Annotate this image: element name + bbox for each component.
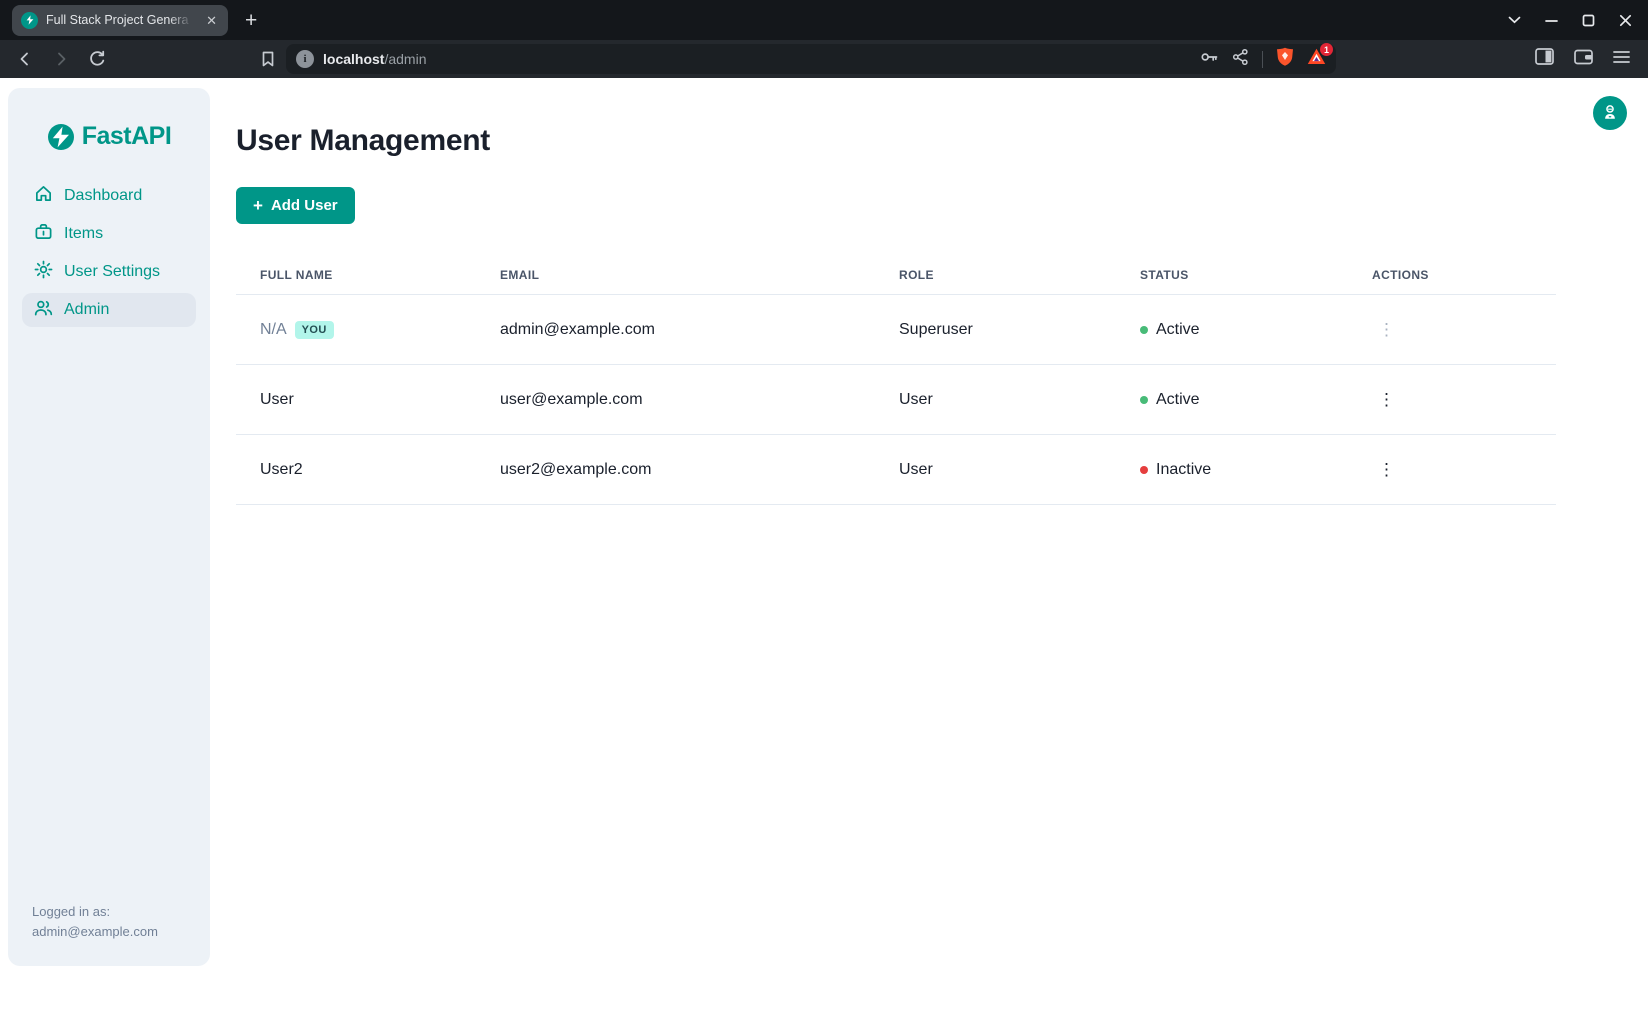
cell-status: Active — [1116, 295, 1348, 365]
main-panel: User Management + Add User FULL NAME EMA… — [210, 78, 1648, 1025]
fastapi-bolt-icon — [21, 12, 38, 29]
row-actions-menu-button: ⋮ — [1372, 319, 1401, 340]
row-actions-menu-button[interactable]: ⋮ — [1372, 389, 1401, 410]
status-label: Active — [1156, 391, 1200, 409]
cell-status: Inactive — [1116, 435, 1348, 505]
cell-full-name: User2 — [236, 435, 476, 505]
wallet-icon[interactable] — [1574, 49, 1593, 70]
url-text: localhost/admin — [323, 51, 427, 67]
forward-icon[interactable] — [48, 46, 74, 72]
reload-icon[interactable] — [84, 46, 110, 72]
col-header-actions: ACTIONS — [1348, 254, 1556, 295]
sidebar-item-label: Admin — [64, 301, 109, 319]
tab-close-icon[interactable]: ✕ — [204, 12, 219, 29]
close-icon[interactable] — [1619, 14, 1632, 27]
cell-role: User — [875, 365, 1116, 435]
cell-actions: ⋮ — [1348, 365, 1556, 435]
logged-in-email: admin@example.com — [32, 922, 158, 942]
menu-icon[interactable] — [1613, 50, 1630, 69]
add-user-label: Add User — [271, 197, 338, 214]
bookmark-icon[interactable] — [260, 50, 276, 68]
logged-in-label: Logged in as: — [32, 902, 158, 922]
col-header-status: STATUS — [1116, 254, 1348, 295]
browser-tab[interactable]: Full Stack Project Genera ✕ — [12, 5, 228, 36]
brave-rewards-icon[interactable]: 1 — [1307, 48, 1326, 70]
gear-icon — [34, 260, 53, 284]
fastapi-bolt-icon — [47, 123, 75, 151]
tab-search-chevron-icon[interactable] — [1508, 16, 1521, 24]
share-icon[interactable] — [1232, 48, 1249, 71]
home-icon — [34, 184, 53, 208]
cell-status: Active — [1116, 365, 1348, 435]
cell-email: user@example.com — [476, 365, 875, 435]
table-row: User2 user2@example.com User Inactive ⋮ — [236, 435, 1556, 505]
cell-role: Superuser — [875, 295, 1116, 365]
status-label: Inactive — [1156, 461, 1211, 479]
you-badge: YOU — [295, 321, 334, 339]
status-dot — [1140, 326, 1148, 334]
add-user-button[interactable]: + Add User — [236, 187, 355, 224]
sidebar-item-label: Items — [64, 225, 103, 243]
url-bar[interactable]: i localhost/admin — [286, 44, 1336, 74]
full-name-value: N/A — [260, 321, 287, 338]
users-icon — [34, 298, 53, 322]
table-header-row: FULL NAME EMAIL ROLE STATUS ACTIONS — [236, 254, 1556, 295]
sidebar: FastAPI Dashboard Items — [8, 88, 210, 966]
maximize-icon[interactable] — [1582, 14, 1595, 27]
toolbar-divider — [1262, 51, 1263, 68]
minimize-icon[interactable] — [1545, 14, 1558, 27]
cell-actions: ⋮ — [1348, 435, 1556, 505]
col-header-email: EMAIL — [476, 254, 875, 295]
user-menu-button[interactable] — [1593, 96, 1627, 130]
sidebar-item-items[interactable]: Items — [22, 217, 196, 251]
key-icon[interactable] — [1200, 48, 1219, 71]
table-row: User user@example.com User Active ⋮ — [236, 365, 1556, 435]
browser-toolbar: i localhost/admin — [0, 40, 1648, 78]
users-table: FULL NAME EMAIL ROLE STATUS ACTIONS N/A Y… — [236, 254, 1556, 505]
col-header-full-name: FULL NAME — [236, 254, 476, 295]
cell-full-name: User — [236, 365, 476, 435]
briefcase-icon — [34, 222, 53, 246]
status-dot — [1140, 396, 1148, 404]
back-icon[interactable] — [12, 46, 38, 72]
sidebar-nav: Dashboard Items — [8, 179, 210, 327]
cell-full-name: N/A YOU — [236, 295, 476, 365]
site-info-icon[interactable]: i — [296, 50, 314, 68]
titlebar: Full Stack Project Genera ✕ + — [0, 0, 1648, 40]
fastapi-logo: FastAPI — [8, 122, 210, 151]
new-tab-button[interactable]: + — [245, 10, 257, 31]
sidebar-item-label: User Settings — [64, 263, 160, 281]
sidebar-item-user-settings[interactable]: User Settings — [22, 255, 196, 289]
status-badge: Inactive — [1140, 461, 1324, 479]
sidebar-item-admin[interactable]: Admin — [22, 293, 196, 327]
sidebar-toggle-icon[interactable] — [1535, 48, 1554, 70]
user-avatar-icon — [1601, 103, 1619, 124]
browser-window: Full Stack Project Genera ✕ + — [0, 0, 1648, 1025]
rewards-badge: 1 — [1320, 43, 1333, 56]
url-path: /admin — [384, 51, 426, 67]
table-row: N/A YOU admin@example.com Superuser Activ… — [236, 295, 1556, 365]
tab-title: Full Stack Project Genera — [46, 13, 196, 27]
sidebar-item-label: Dashboard — [64, 187, 142, 205]
status-dot — [1140, 466, 1148, 474]
row-actions-menu-button[interactable]: ⋮ — [1372, 459, 1401, 480]
cell-actions: ⋮ — [1348, 295, 1556, 365]
status-badge: Active — [1140, 321, 1324, 339]
logged-in-as: Logged in as: admin@example.com — [32, 902, 158, 942]
page-title: User Management — [236, 124, 1648, 158]
brave-shield-icon[interactable] — [1276, 47, 1294, 72]
sidebar-item-dashboard[interactable]: Dashboard — [22, 179, 196, 213]
cell-email: user2@example.com — [476, 435, 875, 505]
page-content: FastAPI Dashboard Items — [0, 78, 1648, 1025]
status-label: Active — [1156, 321, 1200, 339]
logo-text: FastAPI — [82, 122, 172, 151]
cell-role: User — [875, 435, 1116, 505]
url-host: localhost — [323, 51, 384, 67]
status-badge: Active — [1140, 391, 1324, 409]
plus-icon: + — [253, 197, 263, 214]
cell-email: admin@example.com — [476, 295, 875, 365]
col-header-role: ROLE — [875, 254, 1116, 295]
